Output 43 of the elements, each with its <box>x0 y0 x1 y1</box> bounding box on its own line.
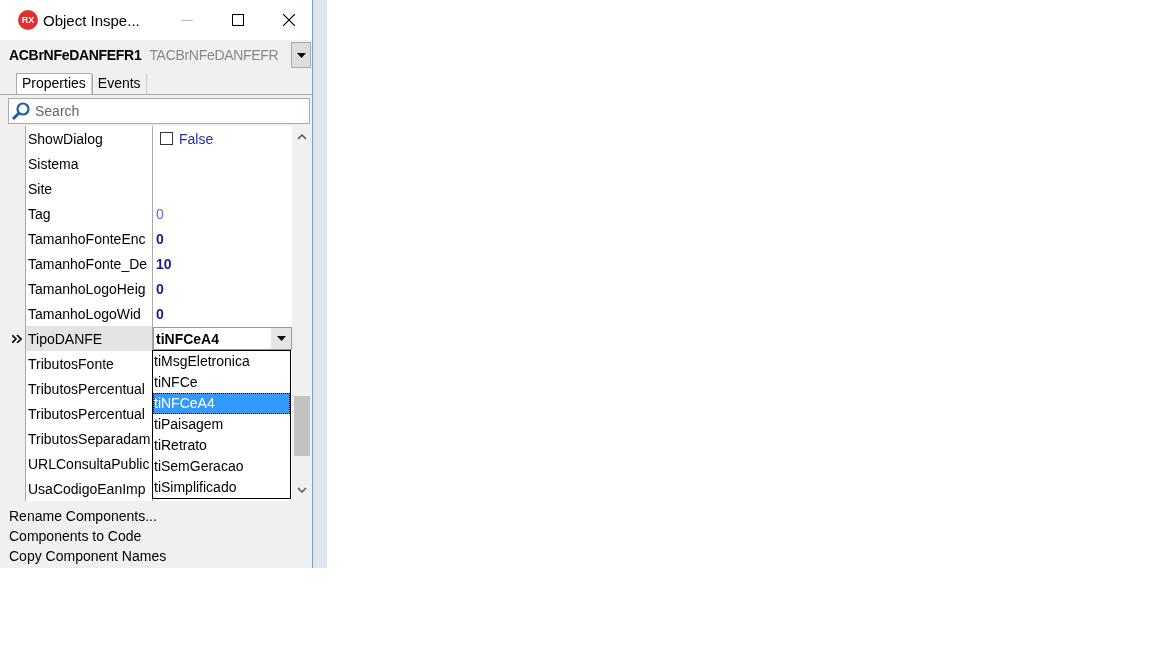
tab[interactable]: Properties <box>16 73 92 94</box>
property-value: 0 <box>156 280 164 297</box>
scroll-thumb[interactable] <box>294 396 310 456</box>
property-value: 0 <box>156 205 164 222</box>
component-name: ACBrNFeDANFEFR1 <box>9 47 142 63</box>
property-name[interactable]: TamanhoFonte_De <box>25 251 153 276</box>
tab[interactable]: Events <box>91 74 147 94</box>
property-name[interactable]: TamanhoFonteEnc <box>25 226 153 251</box>
scrollbar[interactable] <box>292 126 312 501</box>
action-link[interactable]: Components to Code <box>9 526 312 546</box>
dropdown-option[interactable]: tiNFCe <box>153 372 290 393</box>
property-value: 0 <box>156 230 164 247</box>
window-title: Object Inspe... <box>43 11 141 29</box>
property-value: 10 <box>156 255 172 272</box>
checkbox[interactable] <box>160 132 173 145</box>
dropdown-option[interactable]: tiSemGeracao <box>153 456 290 477</box>
property-name[interactable]: TamanhoLogoHeig <box>25 276 153 301</box>
caret-icon <box>276 336 286 341</box>
property-name[interactable]: ShowDialog <box>25 126 153 151</box>
dropdown-option[interactable]: tiPaisagem <box>153 414 290 435</box>
scroll-down-icon[interactable] <box>297 487 307 493</box>
scroll-up-icon[interactable] <box>297 134 307 140</box>
property-value: 0 <box>156 305 164 322</box>
action-link[interactable]: Rename Components... <box>9 506 312 526</box>
component-dropdown-button[interactable] <box>291 42 311 68</box>
component-class: TACBrNFeDANFEFR <box>149 47 280 63</box>
action-link[interactable]: Copy Component Names <box>9 546 312 566</box>
property-name[interactable]: Site <box>25 176 153 201</box>
maximize-icon[interactable] <box>232 14 244 26</box>
dropdown-option[interactable]: tiRetrato <box>153 435 290 456</box>
search-icon <box>11 102 31 120</box>
search-field[interactable]: Search <box>8 98 310 124</box>
property-name[interactable]: TipoDANFE <box>25 326 153 351</box>
caret-icon <box>296 52 306 58</box>
dropdown-option[interactable]: tiSimplificado <box>153 477 290 498</box>
app-logo: RX <box>18 10 38 30</box>
property-value: False <box>179 130 214 147</box>
property-name[interactable]: Tag <box>25 201 153 226</box>
current-row-icon <box>11 334 22 343</box>
dropdown-option[interactable]: tiMsgEletronica <box>153 351 290 372</box>
close-icon[interactable] <box>283 14 295 26</box>
value-combo[interactable]: tiNFCeA4 <box>153 327 292 350</box>
property-name[interactable]: Sistema <box>25 151 153 176</box>
